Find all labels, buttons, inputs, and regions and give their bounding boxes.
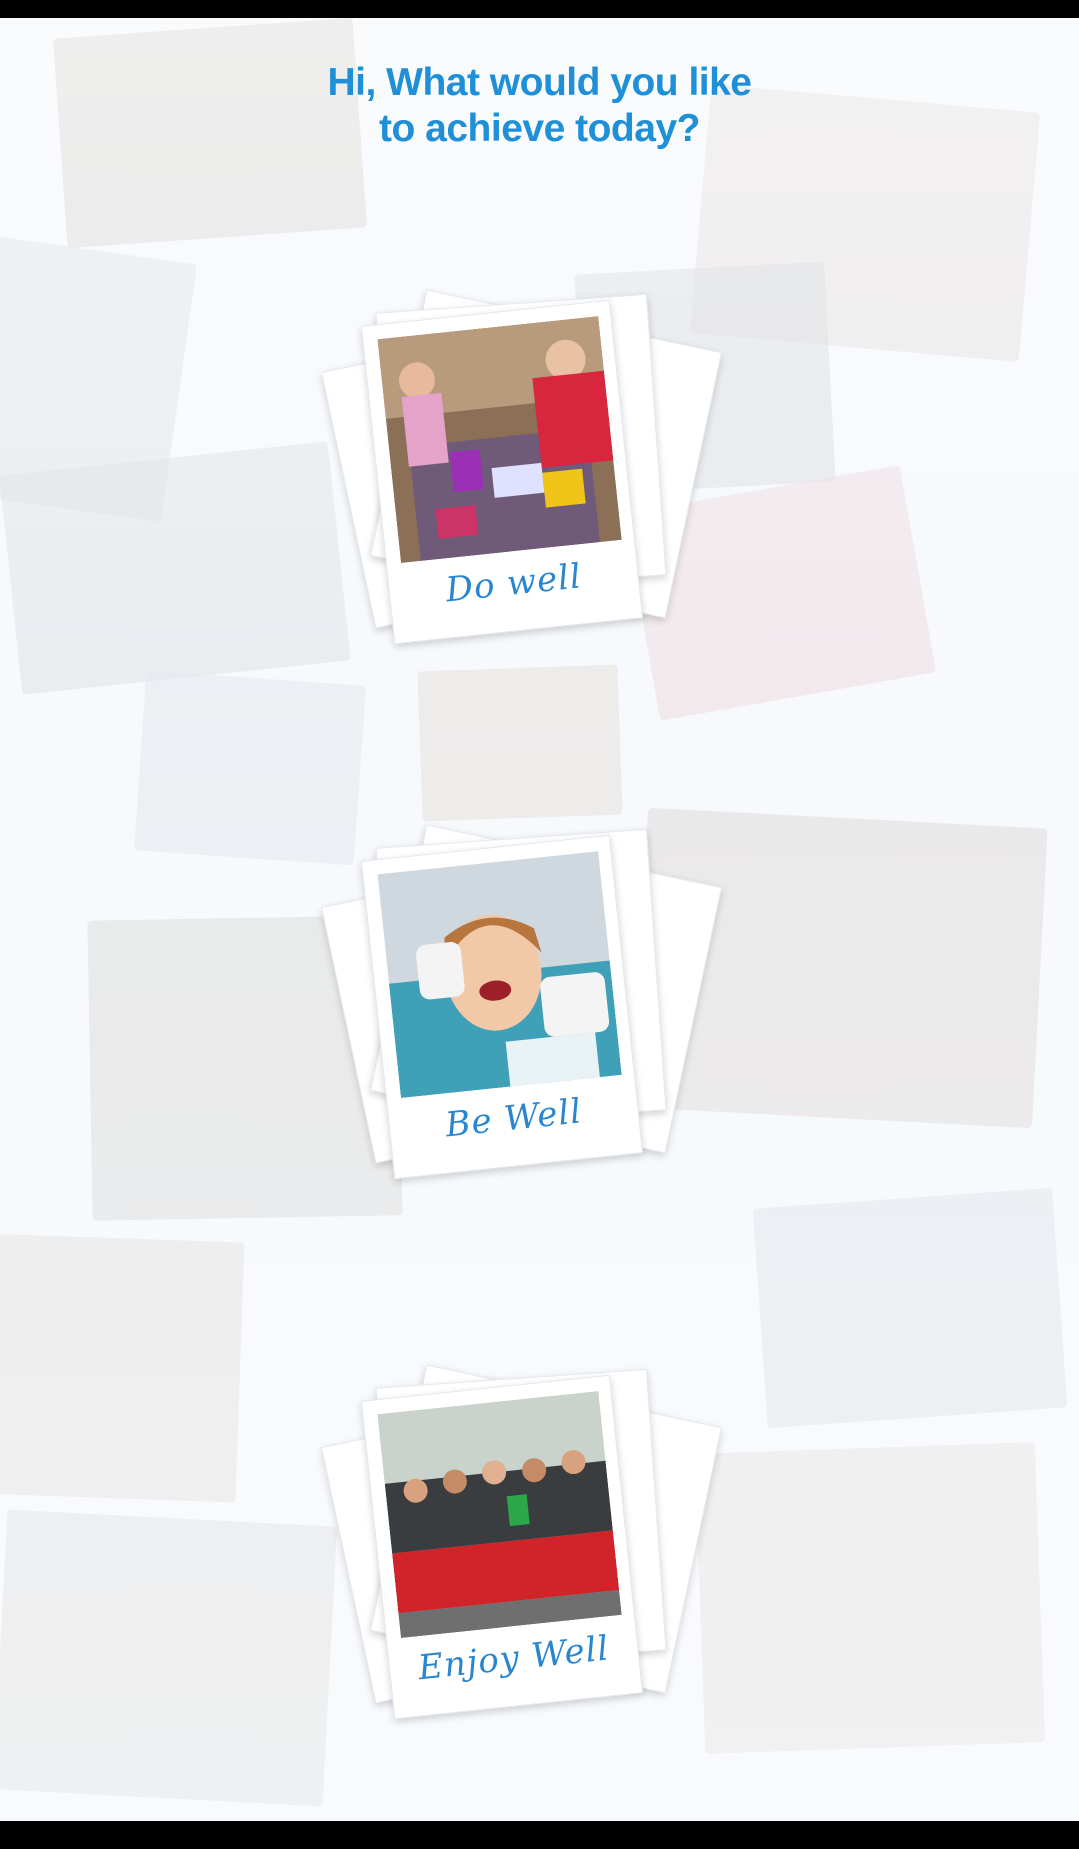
navigation-bar	[0, 1821, 1079, 1849]
enjoy-well-label: Enjoy Well	[416, 1628, 612, 1689]
polaroid-front: Do well	[360, 299, 644, 645]
do-well-photo	[377, 316, 622, 564]
polaroid-front: Be Well	[360, 834, 644, 1180]
page-title-line-1: Hi, What would you like	[327, 61, 752, 104]
be-well-photo	[377, 851, 622, 1099]
goal-selection-screen: Hi, What would you like to achieve today…	[0, 18, 1079, 1821]
do-well-card[interactable]: Do well	[321, 289, 722, 658]
enjoy-well-photo	[377, 1391, 622, 1639]
polaroid-front: Enjoy Well	[360, 1374, 644, 1720]
do-well-label: Do well	[443, 556, 584, 611]
be-well-card[interactable]: Be Well	[321, 824, 722, 1193]
status-bar	[0, 0, 1079, 18]
page-title-line-2: to achieve today?	[379, 107, 700, 150]
enjoy-well-card[interactable]: Enjoy Well	[321, 1364, 722, 1733]
page-title: Hi, What would you like to achieve today…	[0, 60, 1079, 152]
be-well-label: Be Well	[443, 1091, 584, 1146]
